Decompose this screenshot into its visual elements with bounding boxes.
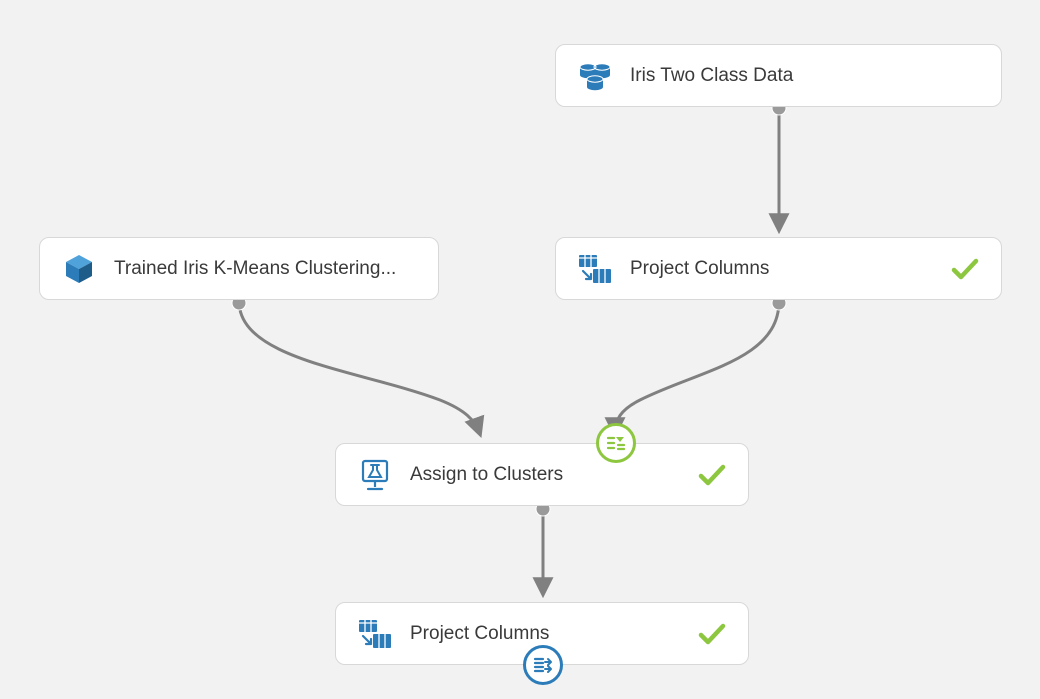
node-project-columns-1[interactable]: Project Columns bbox=[555, 237, 1002, 300]
status-ok-icon bbox=[698, 461, 726, 489]
status-ok-icon bbox=[951, 255, 979, 283]
node-label: Iris Two Class Data bbox=[630, 65, 979, 87]
node-label: Assign to Clusters bbox=[410, 464, 682, 486]
node-label: Project Columns bbox=[630, 258, 935, 280]
input-port-badge[interactable] bbox=[596, 423, 636, 463]
node-label: Project Columns bbox=[410, 623, 682, 645]
dataset-icon bbox=[578, 59, 612, 93]
project-columns-icon bbox=[358, 617, 392, 651]
edge-project-columns-1-to-assign bbox=[615, 296, 786, 434]
node-assign-to-clusters[interactable]: Assign to Clusters bbox=[335, 443, 749, 506]
node-label: Trained Iris K-Means Clustering... bbox=[114, 258, 416, 280]
node-dataset-iris-two-class[interactable]: Iris Two Class Data bbox=[555, 44, 1002, 107]
project-columns-icon bbox=[578, 252, 612, 286]
edge-dataset-to-project-columns-1 bbox=[772, 101, 786, 230]
status-ok-icon bbox=[698, 620, 726, 648]
edge-trained-model-to-assign bbox=[232, 296, 480, 434]
experiment-icon bbox=[358, 458, 392, 492]
trained-model-icon bbox=[62, 252, 96, 286]
node-trained-model[interactable]: Trained Iris K-Means Clustering... bbox=[39, 237, 439, 300]
output-port-badge[interactable] bbox=[523, 645, 563, 685]
edge-assign-to-project-columns-2 bbox=[536, 502, 550, 594]
